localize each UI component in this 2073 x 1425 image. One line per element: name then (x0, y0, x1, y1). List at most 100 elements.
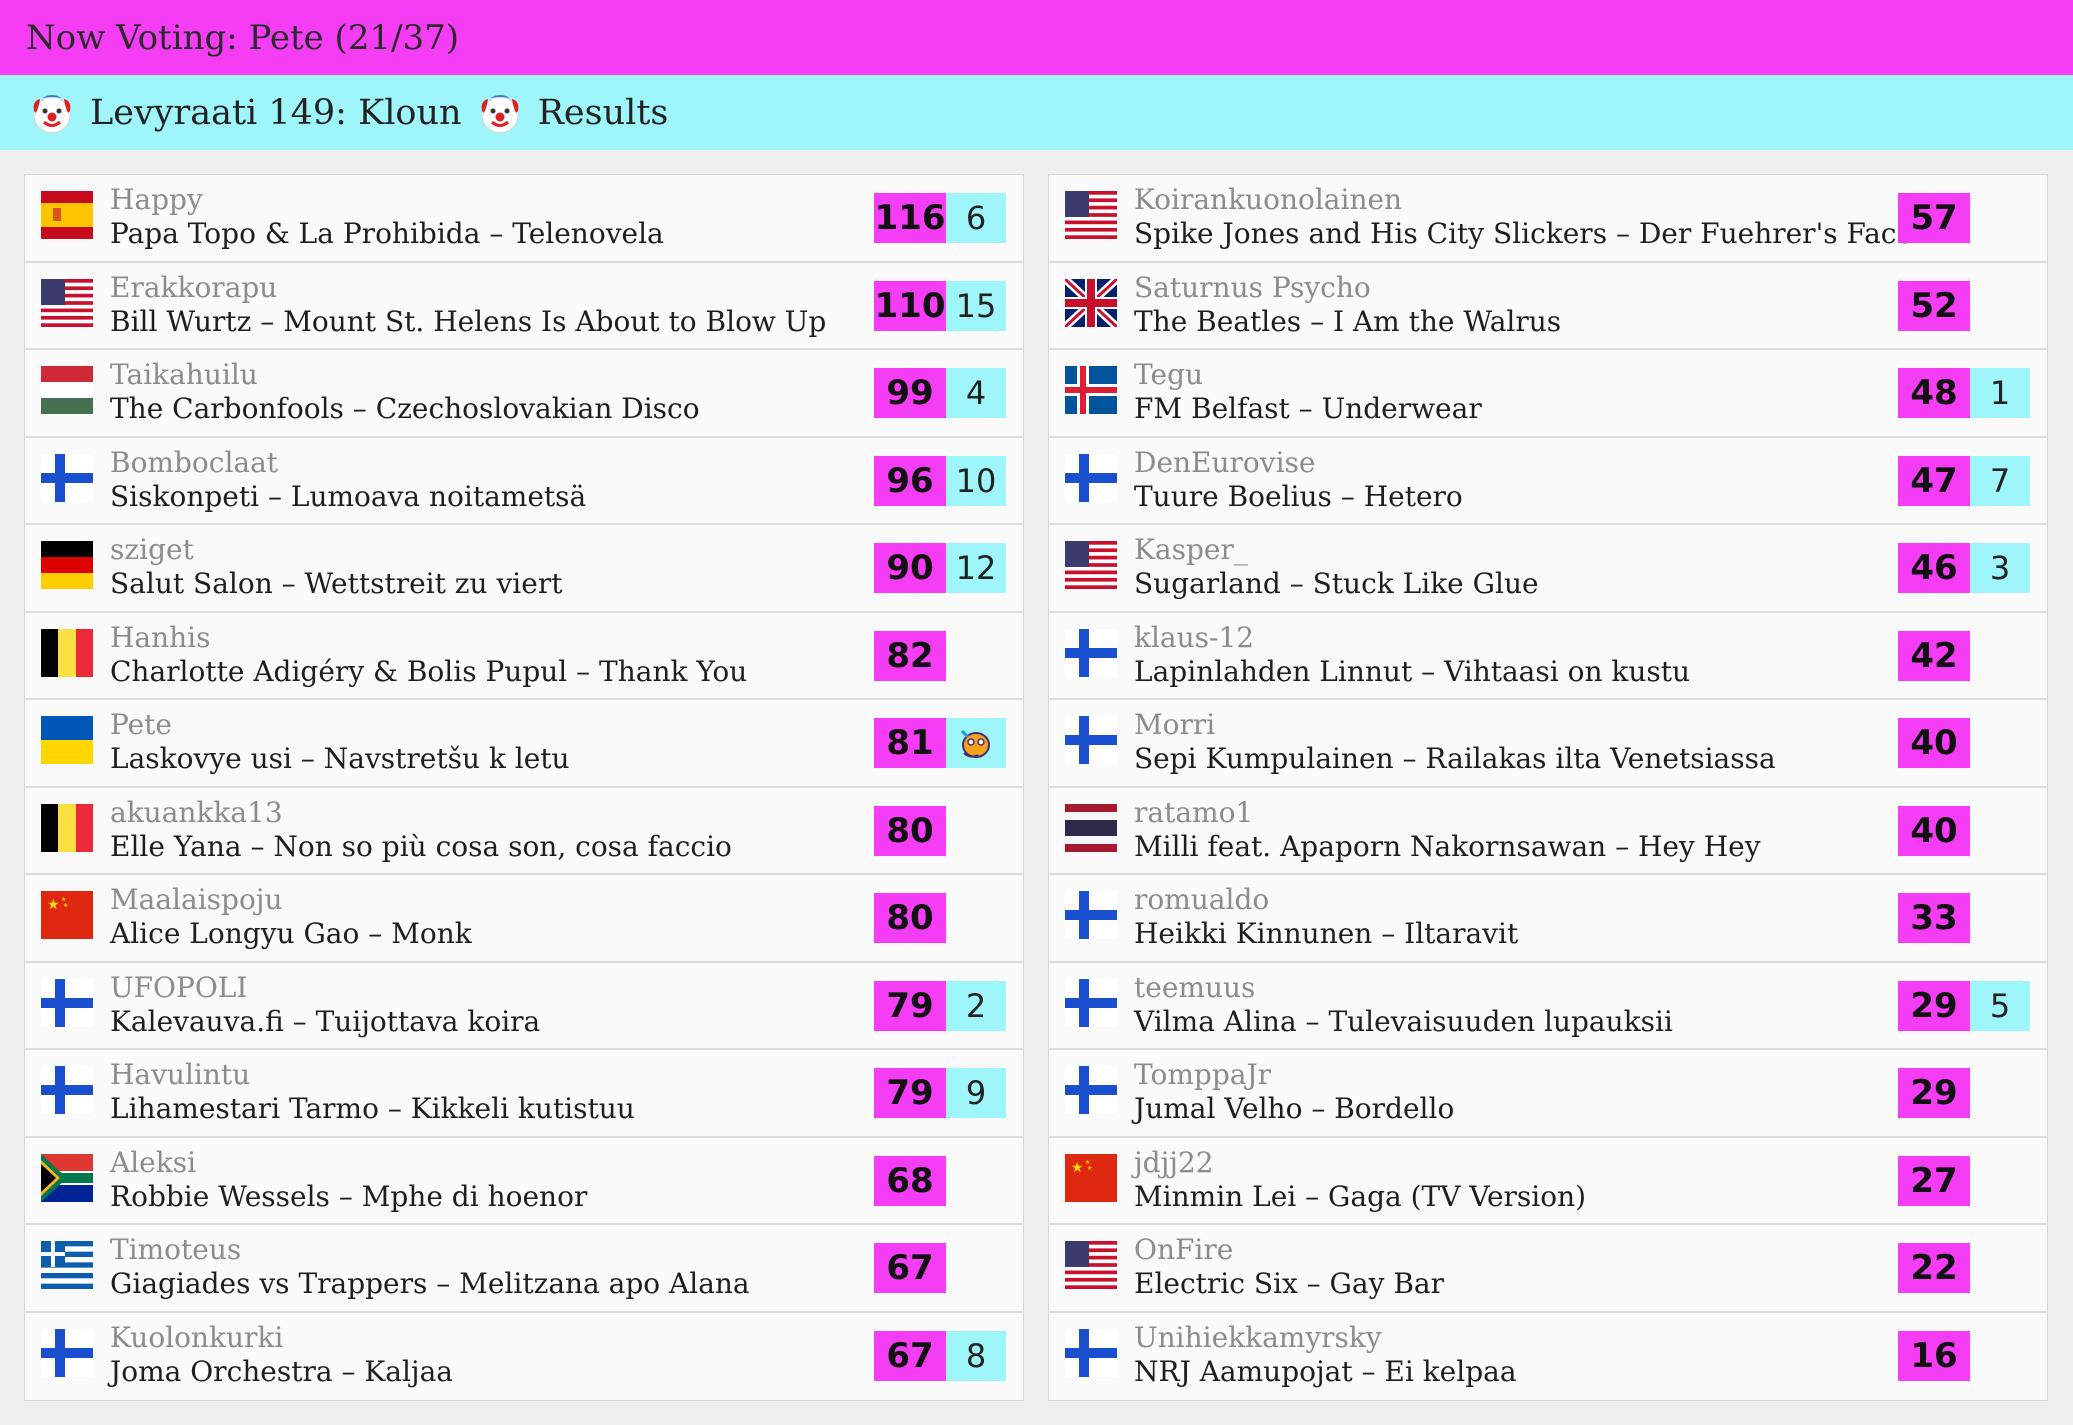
points-badge: 6 (946, 193, 1006, 243)
voter-name: Kuolonkurki (110, 1320, 284, 1354)
clown-face-icon (30, 91, 74, 135)
song-title: The Carbonfools – Czechoslovakian Disco (110, 392, 700, 425)
song-title: NRJ Aamupojat – Ei kelpaa (1134, 1354, 1517, 1388)
flag-iceland-icon (1065, 366, 1117, 414)
song-title: The Beatles – I Am the Walrus (1134, 304, 1562, 338)
results-column-left: Happy Papa Topo & La Prohibida – Telenove… (24, 174, 1024, 1401)
song-title: Elle Yana – Non so più cosa son, cosa fa… (110, 829, 732, 863)
score-badge: 52 (1898, 280, 1970, 331)
points-badge: 12 (946, 543, 1006, 593)
voter-name: Bomboclaat (110, 445, 279, 479)
flag-finland-icon (41, 1328, 93, 1377)
song-title: Sepi Kumpulainen – Railakas ilta Venetsi… (1134, 742, 1776, 775)
svg-text:★: ★ (47, 897, 60, 913)
svg-text:★: ★ (1071, 1160, 1084, 1176)
score-badge: 27 (1898, 1155, 1970, 1206)
song-title: Minmin Lei – Gaga (TV Version) (1134, 1179, 1587, 1213)
score-badge: 22 (1898, 1243, 1970, 1293)
song-title: Lapinlahden Linnut – Vihtaasi on kustu (1134, 654, 1691, 688)
flag-china-icon: ★ ★ ★ (41, 891, 93, 939)
score-badge: 29 (1898, 1068, 1970, 1118)
now-voting-text: Now Voting: Pete (21/37) (26, 17, 460, 58)
voter-name: Happy (110, 183, 203, 216)
flag-usa-icon (1065, 1241, 1117, 1289)
result-row: ★ ★ ★ jdjj22 Minmin Lei – Gaga (TV Version) 2… (1049, 1137, 2047, 1225)
score-badge: 110 (874, 280, 946, 331)
song-title: Alice Longyu Gao – Monk (110, 917, 472, 950)
flag-finland-icon (41, 1066, 93, 1114)
svg-text:★: ★ (63, 902, 68, 909)
voter-name: Hanhis (110, 620, 211, 654)
result-row: Taikahuilu The Carbonfools – Czechoslovak… (25, 350, 1023, 438)
flag-finland-icon (41, 978, 93, 1027)
score-badge: 79 (874, 980, 946, 1031)
score-badge: 81 (874, 718, 946, 768)
flag-greece-icon (41, 1241, 93, 1289)
result-row: Havulintu Lihamestari Tarmo – Kikkeli kut… (25, 1050, 1023, 1138)
voter-name: Kasper_ (1134, 533, 1248, 566)
voter-name: OnFire (1134, 1233, 1234, 1266)
voter-name: Timoteus (110, 1233, 242, 1266)
result-row: Hanhis Charlotte Adigéry & Bolis Pupul – … (25, 612, 1023, 700)
result-row: Timoteus Giagiades vs Trappers – Melitzan… (25, 1225, 1023, 1313)
voter-name: akuankka13 (110, 795, 283, 829)
song-title: Joma Orchestra – Kaljaa (110, 1354, 453, 1388)
points-badge: 15 (946, 280, 1006, 331)
voter-name: UFOPOLI (110, 970, 248, 1004)
result-row: sziget Salut Salon – Wettstreit zu viert 9… (25, 525, 1023, 613)
result-row: Pete Laskovye usi – Navstretšu k letu 81 (25, 700, 1023, 788)
song-title: Charlotte Adigéry & Bolis Pupul – Thank … (110, 654, 748, 688)
score-badge: 40 (1898, 805, 1970, 856)
song-title: Kalevauva.fi – Tuijottava koira (110, 1004, 541, 1038)
results-label: Results (537, 92, 669, 133)
score-badge: 80 (874, 805, 946, 856)
score-badge: 82 (874, 630, 946, 681)
score-badge: 99 (874, 368, 946, 418)
flag-usa-icon (1065, 191, 1117, 239)
result-row: Kuolonkurki Joma Orchestra – Kaljaa 67 8 (25, 1312, 1023, 1400)
result-row: akuankka13 Elle Yana – Non so più cosa so… (25, 787, 1023, 875)
voter-name: jdjj22 (1134, 1145, 1214, 1179)
result-row: OnFire Electric Six – Gay Bar 22 (1049, 1225, 2047, 1313)
flag-hungary-icon (41, 366, 93, 414)
result-row: TomppaJr Jumal Velho – Bordello 29 (1049, 1050, 2047, 1138)
score-badge: 33 (1898, 893, 1970, 943)
song-title: FM Belfast – Underwear (1134, 392, 1482, 425)
song-title: Spike Jones and His City Slickers – Der … (1134, 217, 1914, 250)
flag-ukraine-icon (41, 716, 93, 764)
score-badge: 29 (1898, 980, 1970, 1031)
results-header: Levyraati 149: Kloun Results (0, 75, 2073, 150)
voter-name: romualdo (1134, 883, 1270, 916)
result-row: Aleksi Robbie Wessels – Mphe di hoenor 68 (25, 1137, 1023, 1225)
song-title: Electric Six – Gay Bar (1134, 1267, 1444, 1300)
flag-finland-icon (1065, 978, 1117, 1027)
result-row: ★ ★ ★ Maalaispoju Alice Longyu Gao – Monk 80 (25, 875, 1023, 963)
voter-name: ratamo1 (1134, 795, 1254, 829)
flag-uk-icon (1062, 275, 1120, 330)
voter-name: klaus-12 (1134, 620, 1255, 654)
result-row: Kasper_ Sugarland – Stuck Like Glue 46 3 (1049, 525, 2047, 613)
flag-finland-icon (1065, 1066, 1117, 1114)
flag-finland-icon (1065, 716, 1117, 764)
points-badge: 3 (1970, 543, 2030, 593)
points-badge: 7 (1970, 455, 2030, 506)
voter-name: Saturnus Psycho (1134, 270, 1371, 304)
result-row: ratamo1 Milli feat. Apaporn Nakornsawan –… (1049, 787, 2047, 875)
score-badge: 96 (874, 455, 946, 506)
song-title: Salut Salon – Wettstreit zu viert (110, 567, 563, 600)
flag-finland-icon (1065, 628, 1117, 677)
flag-finland-icon (1065, 891, 1117, 939)
voter-name: Taikahuilu (110, 358, 258, 391)
now-voting-bar: Now Voting: Pete (21/37) (0, 0, 2073, 75)
result-row: Erakkorapu Bill Wurtz – Mount St. Helens … (25, 262, 1023, 350)
flag-germany-icon (41, 541, 93, 589)
song-title: Heikki Kinnunen – Iltaravit (1134, 917, 1519, 950)
result-row: Unihiekkamyrsky NRJ Aamupojat – Ei kelpaa… (1049, 1312, 2047, 1400)
score-badge: 68 (874, 1155, 946, 1206)
song-title: Milli feat. Apaporn Nakornsawan – Hey He… (1134, 829, 1761, 863)
flag-finland-icon (41, 453, 93, 502)
result-row: DenEurovise Tuure Boelius – Hetero 47 7 (1049, 437, 2047, 525)
flag-belgium-icon (41, 803, 93, 852)
results-columns: Happy Papa Topo & La Prohibida – Telenove… (24, 174, 2048, 1401)
score-badge: 90 (874, 543, 946, 593)
